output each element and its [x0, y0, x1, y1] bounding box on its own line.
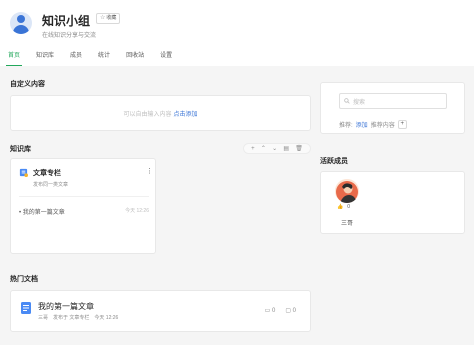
- list-item[interactable]: • 我的第一篇文章 今天 12:26: [19, 207, 149, 216]
- more-icon[interactable]: ⋮: [146, 167, 153, 175]
- hot-doc-author: 三哥: [38, 315, 49, 321]
- group-avatar-icon: [10, 12, 32, 34]
- recommend-prefix: 推荐:: [339, 123, 353, 129]
- knowledge-base-subtitle: 发布同一类文章: [33, 182, 69, 188]
- add-content-link[interactable]: 点击添加: [174, 109, 198, 118]
- divider: [19, 196, 149, 197]
- document-icon: [21, 302, 31, 314]
- group-description: 在线知识分享与交流: [42, 33, 97, 39]
- hot-doc-time: 今天 12:26: [94, 315, 119, 321]
- custom-content-title: 自定义内容: [10, 81, 45, 88]
- knowledge-base-name: 文章专栏: [33, 170, 61, 177]
- search-input[interactable]: 搜索: [339, 93, 447, 109]
- tab-home[interactable]: 首页: [0, 50, 28, 66]
- hot-doc-item[interactable]: 我的第一篇文章 三哥 发布于 文章专栏 今天 12:26 ▭ 0 ▢ 0: [10, 290, 311, 332]
- chevron-up-icon[interactable]: ⌃: [261, 145, 266, 152]
- hot-doc-published-in: 发布于 文章专栏: [53, 315, 90, 321]
- hot-doc-stats: ▭ 0 ▢ 0: [265, 307, 296, 314]
- tab-bar: 首页 知识库 成员 统计 回收站 设置: [0, 50, 180, 66]
- group-header: 知识小组 ☆ 收藏 在线知识分享与交流 首页 知识库 成员 统计 回收站 设置: [0, 0, 474, 66]
- recommend-line: 推荐: 添加 推荐内容 +: [339, 120, 407, 129]
- search-icon: [344, 98, 350, 104]
- recommend-suffix: 推荐内容: [370, 123, 395, 129]
- comment-stat: ▢ 0: [285, 308, 296, 314]
- tab-knowledge-base[interactable]: 知识库: [28, 50, 62, 66]
- add-recommend-button[interactable]: +: [397, 120, 407, 129]
- tab-settings[interactable]: 设置: [152, 50, 180, 66]
- knowledge-base-title: 知识库: [10, 146, 31, 153]
- avatar[interactable]: [335, 179, 359, 203]
- search-card: 搜索 推荐: 添加 推荐内容 +: [320, 82, 465, 134]
- hot-doc-title[interactable]: 我的第一篇文章: [38, 301, 94, 312]
- book-icon: [19, 168, 28, 177]
- hot-docs-title: 热门文档: [10, 276, 38, 283]
- hot-doc-meta: 三哥 发布于 文章专栏 今天 12:26: [38, 314, 118, 321]
- search-placeholder: 搜索: [353, 99, 366, 106]
- like-stat: ▭ 0: [264, 308, 276, 314]
- recommend-add-link[interactable]: 添加: [356, 120, 368, 129]
- tab-recycle-bin[interactable]: 回收站: [118, 50, 152, 66]
- active-members-card: 👍 0 三哥: [320, 171, 465, 234]
- tab-statistics[interactable]: 统计: [90, 50, 118, 66]
- favorite-button[interactable]: ☆ 收藏: [96, 13, 121, 24]
- knowledge-base-toolbar: + ⌃ ⌄ ▤ 🗑: [243, 143, 311, 154]
- add-icon[interactable]: +: [251, 146, 255, 152]
- delete-icon[interactable]: 🗑: [295, 145, 303, 152]
- favorite-label: 收藏: [106, 15, 117, 21]
- tab-members[interactable]: 成员: [62, 50, 90, 66]
- active-members-title: 活跃成员: [320, 158, 348, 165]
- thumb-up-icon: 👍: [337, 204, 344, 210]
- member-name[interactable]: 三哥: [341, 218, 353, 227]
- chevron-down-icon[interactable]: ⌄: [272, 145, 277, 152]
- custom-content-hint: 可以自由输入内容: [123, 111, 172, 118]
- document-title: • 我的第一篇文章: [19, 210, 65, 216]
- custom-content-box: 可以自由输入内容 点击添加: [10, 95, 311, 131]
- comment-icon: ▢: [285, 308, 291, 314]
- layout-icon[interactable]: ▤: [283, 145, 289, 152]
- member-likes: 👍 0: [337, 204, 350, 210]
- like-icon: ▭: [264, 308, 271, 314]
- document-time: 今天 12:26: [125, 208, 149, 214]
- star-icon: ☆: [100, 15, 106, 21]
- group-title: 知识小组: [42, 14, 91, 28]
- like-count: 0: [347, 204, 351, 210]
- knowledge-base-card[interactable]: 文章专栏 发布同一类文章 ⋮ • 我的第一篇文章 今天 12:26: [10, 158, 156, 254]
